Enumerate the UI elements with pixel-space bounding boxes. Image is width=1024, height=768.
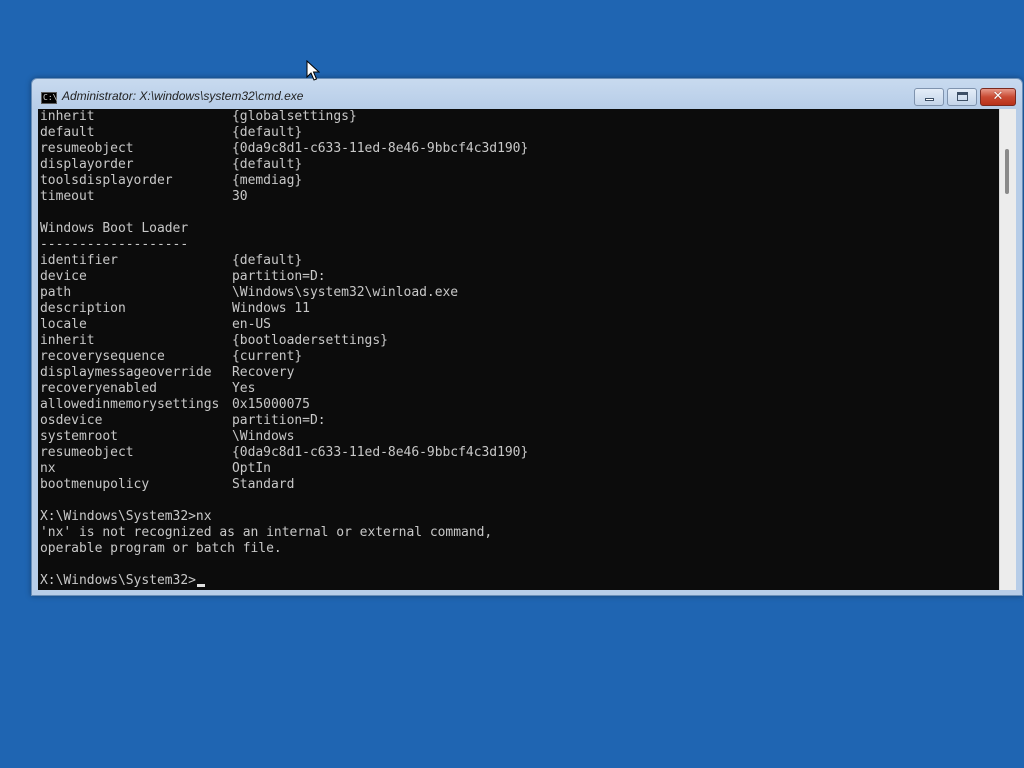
bcd-field-name: recoveryenabled [40, 381, 157, 396]
bcd-field-value: {default} [232, 157, 303, 172]
bcd-field-name: inherit [40, 333, 95, 348]
bcd-field-name: displayorder [40, 157, 134, 172]
cmd-window[interactable]: C:\ Administrator: X:\windows\system32\c… [31, 78, 1023, 596]
console-line: displayorder {default} [40, 157, 528, 173]
console-line: inherit {bootloadersettings} [40, 333, 528, 349]
console-line: 'nx' is not recognized as an internal or… [40, 525, 528, 541]
bcd-field-name: allowedinmemorysettings [40, 397, 220, 412]
console-line: bootmenupolicy Standard [40, 477, 528, 493]
console-text: Windows Boot Loader [40, 221, 189, 236]
console-line: recoveryenabled Yes [40, 381, 528, 397]
bcd-field-value: Recovery [232, 365, 295, 380]
close-button[interactable]: ✕ [980, 88, 1016, 106]
console-line: device partition=D: [40, 269, 528, 285]
bcd-field-value: \Windows [232, 429, 295, 444]
bcd-field-value: {globalsettings} [232, 109, 357, 124]
bcd-field-name: timeout [40, 189, 95, 204]
vertical-scrollbar[interactable] [999, 109, 1016, 590]
console-line: resumeobject {0da9c8d1-c633-11ed-8e46-9bb… [40, 141, 528, 157]
bcd-field-value: Windows 11 [232, 301, 310, 316]
bcd-field-value: \Windows\system32\winload.exe [232, 285, 459, 300]
bcd-field-value: 0x15000075 [232, 397, 310, 412]
console-line: recoverysequence {current} [40, 349, 528, 365]
console-line: inherit {globalsettings} [40, 109, 528, 125]
title-bar[interactable]: C:\ Administrator: X:\windows\system32\c… [32, 79, 1022, 109]
prompt-text: X:\Windows\System32> [40, 573, 196, 588]
bcd-field-value: OptIn [232, 461, 271, 476]
console-line: X:\Windows\System32>nx [40, 509, 528, 525]
mouse-pointer-icon [306, 60, 320, 81]
bcd-field-value: Standard [232, 477, 295, 492]
bcd-field-name: inherit [40, 109, 95, 124]
console-text: ------------------- [40, 237, 189, 252]
bcd-field-value: {0da9c8d1-c633-11ed-8e46-9bbcf4c3d190} [232, 445, 529, 460]
bcd-field-name: identifier [40, 253, 118, 268]
window-title: Administrator: X:\windows\system32\cmd.e… [62, 89, 304, 103]
bcd-field-name: description [40, 301, 126, 316]
console-line: allowedinmemorysettings 0x15000075 [40, 397, 528, 413]
bcd-field-name: osdevice [40, 413, 103, 428]
console-line: path \Windows\system32\winload.exe [40, 285, 528, 301]
console-line: timeout 30 [40, 189, 528, 205]
bcd-field-name: displaymessageoverride [40, 365, 212, 380]
console-line: resumeobject {0da9c8d1-c633-11ed-8e46-9bb… [40, 445, 528, 461]
console-line: identifier {default} [40, 253, 528, 269]
minimize-button[interactable] [914, 88, 944, 106]
scrollbar-thumb[interactable] [1005, 149, 1009, 194]
console-line: default {default} [40, 125, 528, 141]
bcd-field-name: default [40, 125, 95, 140]
text-caret [196, 584, 205, 587]
bcd-field-name: locale [40, 317, 87, 332]
bcd-field-value: en-US [232, 317, 271, 332]
bcd-field-value: {bootloadersettings} [232, 333, 388, 348]
bcd-field-name: nx [40, 461, 56, 476]
bcd-field-value: {0da9c8d1-c633-11ed-8e46-9bbcf4c3d190} [232, 141, 529, 156]
bcd-field-name: bootmenupolicy [40, 477, 150, 492]
cmd-icon[interactable]: C:\ [41, 92, 57, 104]
bcd-field-name: resumeobject [40, 445, 134, 460]
bcd-field-value: {current} [232, 349, 303, 364]
bcd-field-value: partition=D: [232, 269, 326, 284]
console-text: operable program or batch file. [40, 541, 282, 556]
bcd-field-value: Yes [232, 381, 256, 396]
console-line: osdevice partition=D: [40, 413, 528, 429]
console-line: operable program or batch file. [40, 541, 528, 557]
bcd-field-name: recoverysequence [40, 349, 165, 364]
console-line: systemroot \Windows [40, 429, 528, 445]
bcd-field-value: partition=D: [232, 413, 326, 428]
close-icon: ✕ [992, 89, 1004, 104]
bcd-field-value: {memdiag} [232, 173, 303, 188]
console-line: displaymessageoverride Recovery [40, 365, 528, 381]
console-lines: inherit {globalsettings} default {default} r… [40, 109, 528, 589]
console-line: Windows Boot Loader [40, 221, 528, 237]
bcd-field-value: {default} [232, 125, 303, 140]
console-line: locale en-US [40, 317, 528, 333]
console-text: 'nx' is not recognized as an internal or… [40, 525, 493, 540]
command-prompt[interactable]: X:\Windows\System32> [40, 573, 528, 589]
minimize-icon [915, 89, 943, 105]
bcd-field-name: systemroot [40, 429, 118, 444]
console-output[interactable]: inherit {globalsettings} default {default} r… [38, 109, 999, 590]
console-text: X:\Windows\System32>nx [40, 509, 212, 524]
maximize-icon [948, 89, 976, 105]
bcd-field-name: device [40, 269, 87, 284]
bcd-field-name: path [40, 285, 72, 300]
console-line: nx OptIn [40, 461, 528, 477]
bcd-field-name: toolsdisplayorder [40, 173, 173, 188]
maximize-button[interactable] [947, 88, 977, 106]
bcd-field-name: resumeobject [40, 141, 134, 156]
console-line: ------------------- [40, 237, 528, 253]
bcd-field-value: 30 [232, 189, 248, 204]
console-line: description Windows 11 [40, 301, 528, 317]
console-line: toolsdisplayorder {memdiag} [40, 173, 528, 189]
bcd-field-value: {default} [232, 253, 303, 268]
